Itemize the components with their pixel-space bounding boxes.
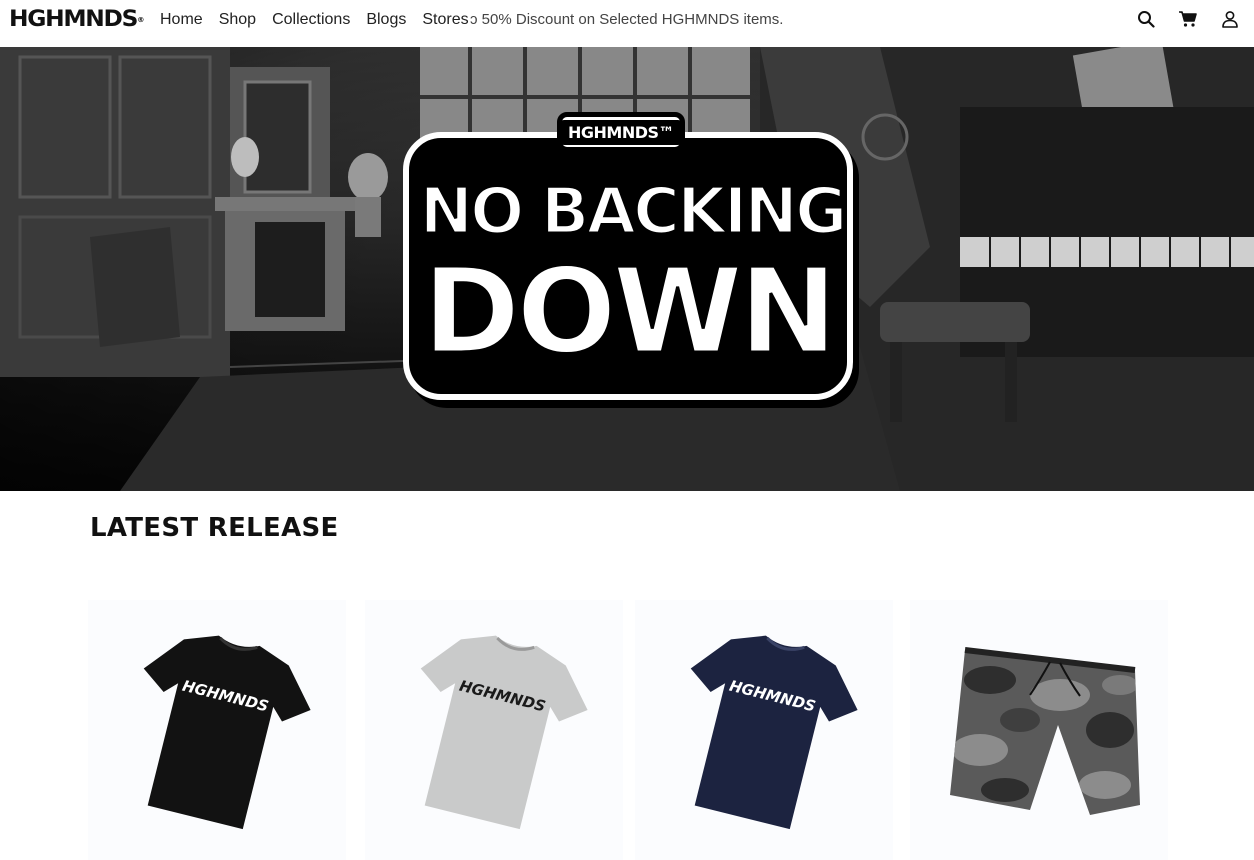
- brand-logo[interactable]: HGHMNDS®: [9, 8, 145, 32]
- no-backing-down-badge: HGHMNDS™ NO BACKING DOWN: [395, 102, 860, 412]
- hero-headline-line1: NO BACKING: [418, 175, 849, 249]
- navy-tee-image: HGHMNDS: [690, 635, 858, 830]
- nav-collections[interactable]: Collections: [272, 10, 350, 30]
- product-card-camo-shorts[interactable]: [910, 600, 1168, 860]
- hero-banner[interactable]: HGHMNDS™ NO BACKING DOWN: [0, 47, 1254, 491]
- product-card-black-tee[interactable]: HGHMNDS: [88, 600, 346, 860]
- black-tee-image: HGHMNDS: [143, 635, 311, 830]
- site-header: HGHMNDS® Home Shop Collections Blogs Sto…: [0, 0, 1254, 47]
- main-nav: Home Shop Collections Blogs Stores: [160, 10, 485, 30]
- cart-icon[interactable]: [1178, 9, 1198, 29]
- product-card-grey-tee[interactable]: HGHMNDS: [365, 600, 623, 860]
- grey-tee-image: HGHMNDS: [420, 635, 588, 830]
- nav-blogs[interactable]: Blogs: [366, 10, 406, 30]
- product-card-navy-tee[interactable]: HGHMNDS: [635, 600, 893, 860]
- nav-home[interactable]: Home: [160, 10, 203, 30]
- nav-stores[interactable]: Stores: [422, 10, 468, 30]
- account-icon[interactable]: [1220, 9, 1240, 29]
- badge-brand-tag: HGHMNDS™: [557, 112, 685, 152]
- hero-headline-line2: DOWN: [421, 242, 839, 380]
- announcement-text: ɔ 50% Discount on Selected HGHMNDS items…: [470, 11, 784, 28]
- latest-release-heading: LATEST RELEASE: [90, 513, 339, 543]
- nav-shop[interactable]: Shop: [219, 10, 256, 30]
- announcement-bar: ɔ 50% Discount on Selected HGHMNDS items…: [470, 10, 830, 30]
- camo-shorts-image: [950, 647, 1140, 815]
- search-icon[interactable]: [1136, 9, 1156, 29]
- header-actions: [1136, 9, 1240, 29]
